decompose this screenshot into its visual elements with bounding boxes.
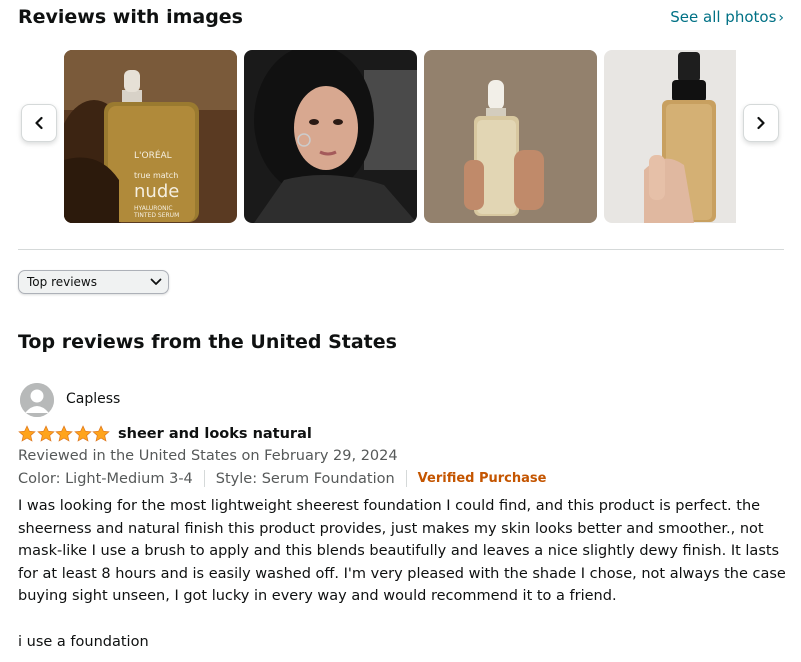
- foundation-bottle-photo-icon: L'ORÉAL true match nude HYALURONIC TINTE…: [64, 50, 237, 223]
- bottle-sub-text: HYALURONIC: [134, 205, 173, 212]
- bottle-line-text: true match: [134, 171, 178, 180]
- review-image-thumbnail[interactable]: [604, 50, 736, 223]
- carousel-next-button[interactable]: [743, 104, 779, 142]
- bottle-product-text: nude: [134, 181, 179, 202]
- foundation-pump-bottle-photo-icon: [604, 50, 736, 223]
- review-body: I was looking for the most lightweight s…: [18, 498, 786, 604]
- bottle-sub-text: TINTED SERUM: [133, 212, 179, 219]
- section-title: Reviews with images: [18, 6, 243, 28]
- carousel-prev-button[interactable]: [21, 104, 57, 142]
- review-title[interactable]: sheer and looks natural: [118, 426, 312, 442]
- sort-reviews-dropdown[interactable]: Top reviews: [18, 270, 169, 294]
- chevron-right-icon: [757, 116, 765, 130]
- style-variant[interactable]: Style: Serum Foundation: [216, 471, 395, 487]
- bottle-brand-text: L'ORÉAL: [134, 149, 172, 161]
- images-section-header: Reviews with images See all photos ›: [18, 6, 784, 32]
- chevron-down-icon: [150, 278, 162, 285]
- review-images-carousel: L'ORÉAL true match nude HYALURONIC TINTE…: [18, 44, 784, 228]
- review-image-thumbnail[interactable]: [244, 50, 417, 223]
- star-icon: [36, 425, 55, 442]
- reviewer-name[interactable]: Capless: [66, 391, 120, 407]
- star-icon: [55, 425, 73, 442]
- selfie-photo-icon: [244, 50, 417, 223]
- star-icon: [92, 425, 110, 442]
- separator: [405, 470, 407, 487]
- sort-selected-value: Top reviews: [27, 275, 98, 289]
- see-all-photos-link[interactable]: See all photos ›: [670, 8, 784, 26]
- review-date: Reviewed in the United States on Februar…: [18, 448, 398, 464]
- separator: [203, 470, 205, 487]
- review-image-thumbnail[interactable]: L'ORÉAL true match nude HYALURONIC TINTE…: [64, 50, 237, 223]
- reviews-heading: Top reviews from the United States: [18, 331, 397, 353]
- user-avatar-icon: [20, 383, 54, 417]
- review-image-thumbnail[interactable]: [424, 50, 597, 223]
- review-body-continued: i use a foundation: [18, 634, 149, 650]
- review-meta: Color: Light-Medium 3-4 Style: Serum Fou…: [18, 470, 546, 487]
- color-variant[interactable]: Color: Light-Medium 3-4: [18, 471, 193, 487]
- verified-purchase-badge: Verified Purchase: [417, 471, 547, 486]
- see-all-photos-label: See all photos: [670, 8, 777, 26]
- star-icon: [73, 425, 92, 442]
- star-icon: [18, 425, 36, 442]
- star-rating[interactable]: [18, 425, 111, 443]
- foundation-bottle-photo-icon: [424, 50, 597, 223]
- section-divider: [18, 249, 784, 250]
- avatar[interactable]: [20, 383, 54, 417]
- chevron-left-icon: [35, 116, 43, 130]
- chevron-right-small-icon: ›: [778, 10, 784, 26]
